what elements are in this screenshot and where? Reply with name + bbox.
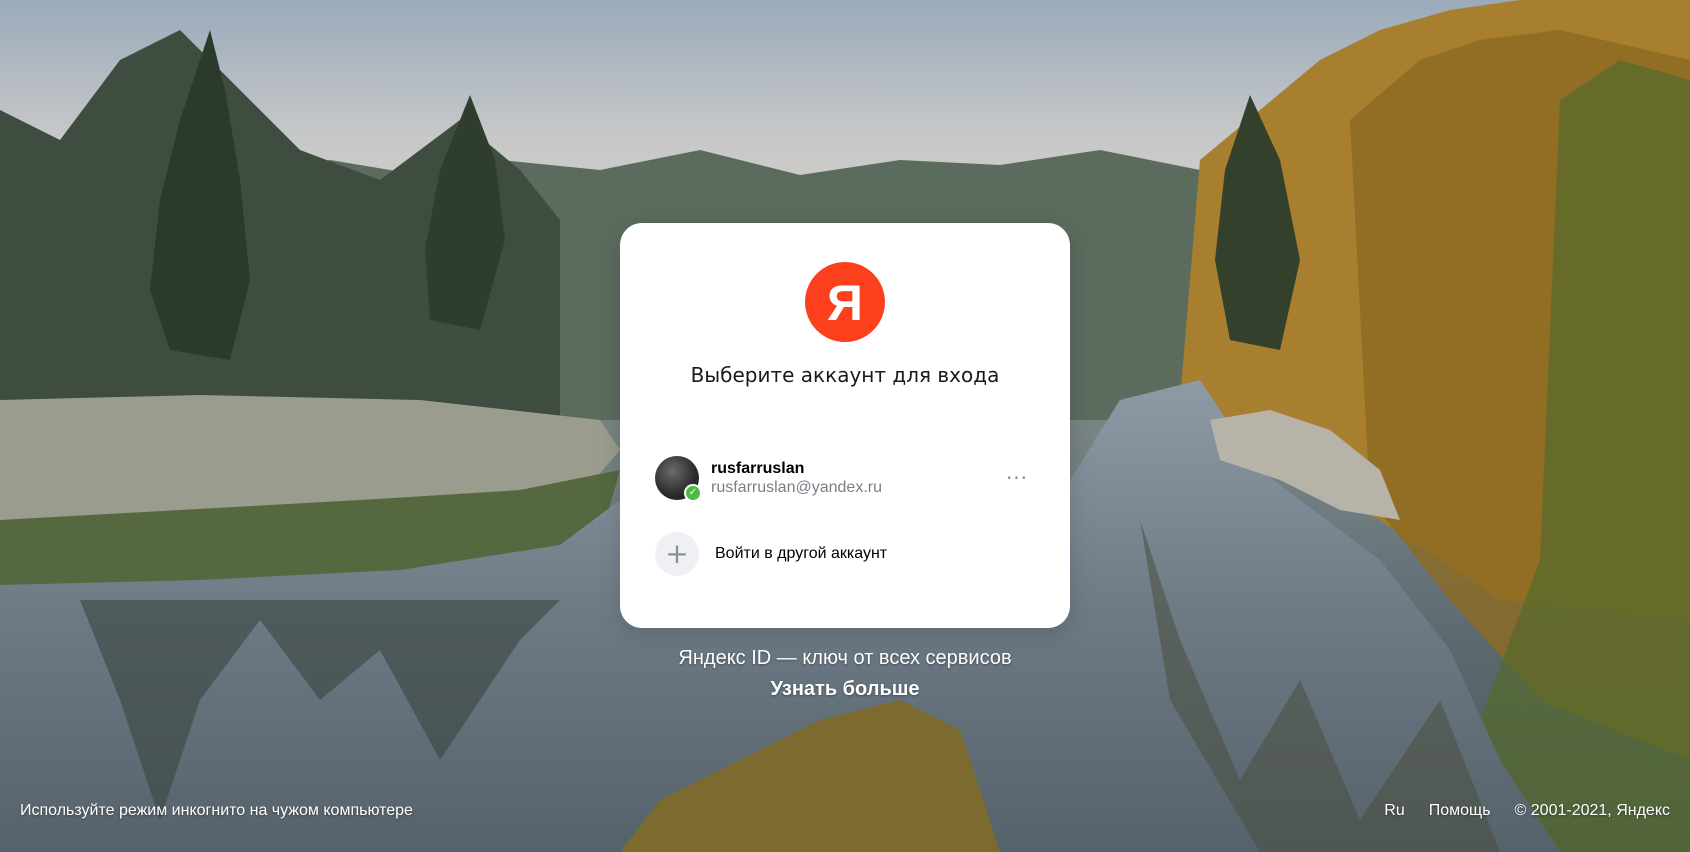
- account-chooser-card: Я Выберите аккаунт для входа ✓ rusfarrus…: [620, 223, 1070, 628]
- plus-icon: +: [655, 532, 699, 576]
- account-login: rusfarruslan: [711, 459, 805, 477]
- account-info: rusfarruslan rusfarruslan@yandex.ru: [711, 460, 882, 497]
- language-switcher[interactable]: Ru: [1384, 802, 1404, 820]
- page-title: Выберите аккаунт для входа: [690, 363, 1000, 387]
- incognito-hint: Используйте режим инкогнито на чужом ком…: [20, 802, 413, 819]
- account-item[interactable]: ✓ rusfarruslan rusfarruslan@yandex.ru ··…: [655, 453, 1035, 503]
- footer-links: Ru Помощь © 2001-2021, Яндекс: [1384, 802, 1670, 820]
- help-link[interactable]: Помощь: [1429, 802, 1491, 820]
- promo-block: Яндекс ID — ключ от всех сервисов Узнать…: [620, 647, 1070, 701]
- account-email: rusfarruslan@yandex.ru: [711, 478, 882, 496]
- add-account-label: Войти в другой аккаунт: [715, 545, 888, 562]
- learn-more-link[interactable]: Узнать больше: [770, 678, 919, 701]
- check-icon: ✓: [684, 484, 702, 502]
- yandex-logo-icon: Я: [805, 262, 885, 342]
- copyright-link[interactable]: © 2001-2021, Яндекс: [1515, 802, 1670, 820]
- promo-text: Яндекс ID — ключ от всех сервисов: [678, 647, 1012, 669]
- ellipsis-icon[interactable]: ···: [999, 461, 1035, 495]
- avatar: ✓: [655, 456, 702, 502]
- add-account-button[interactable]: + Войти в другой аккаунт: [655, 531, 1035, 577]
- logo-letter: Я: [827, 275, 863, 331]
